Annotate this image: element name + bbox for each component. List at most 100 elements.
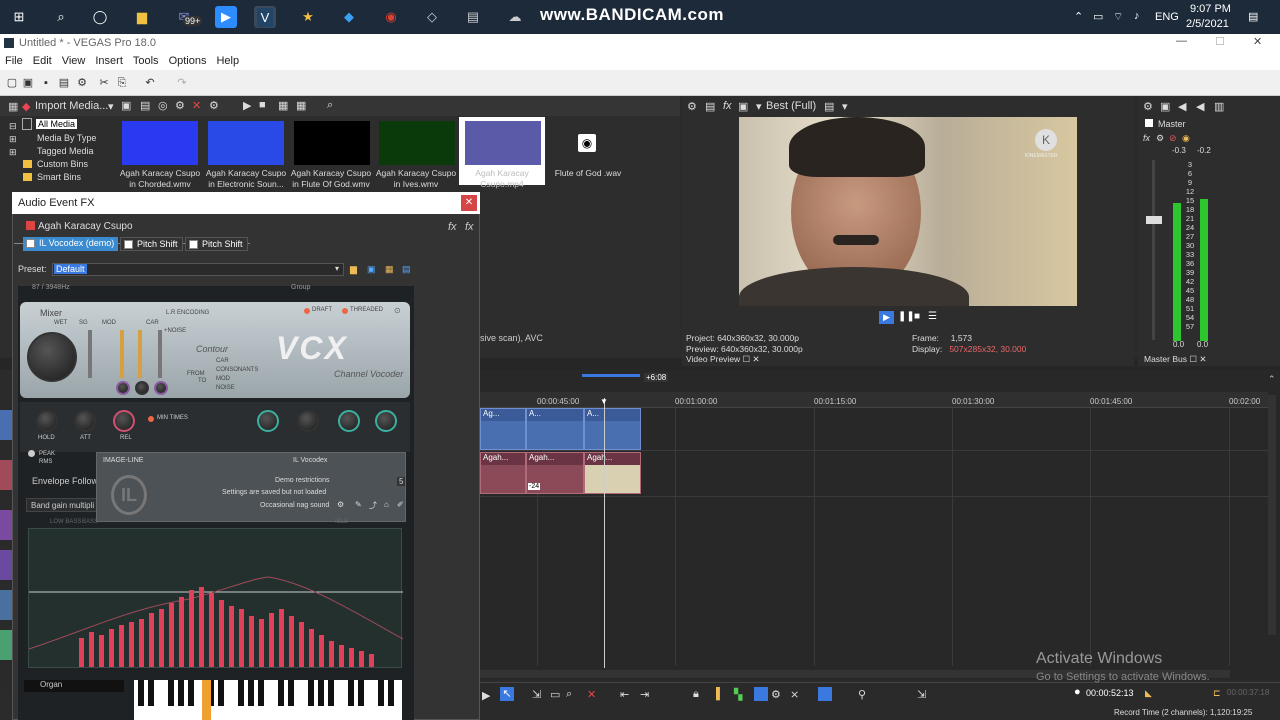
threaded-led-icon[interactable] [342, 308, 348, 314]
preset-dropdown[interactable]: Default ▾ [52, 263, 344, 276]
piano-black-key[interactable] [248, 680, 254, 706]
band-gain-dropdown[interactable]: Band gain multipli [26, 498, 98, 512]
fx-add-icon[interactable]: fx [465, 221, 474, 233]
car-knob[interactable] [135, 381, 149, 395]
fx-chain-icon[interactable]: fx [448, 221, 457, 233]
preview-stop-button[interactable]: ■ [914, 311, 920, 322]
car-fader[interactable] [138, 330, 142, 378]
contour-consonants[interactable]: CONSONANTS [216, 367, 258, 373]
zoom-icon-media[interactable]: ⌕ [327, 99, 333, 112]
audio-file-icon[interactable]: ◉ [578, 134, 596, 152]
contour-mod[interactable]: MOD [216, 376, 230, 382]
menu-help[interactable]: Help [216, 55, 239, 67]
curve-icon[interactable]: ⤴ [369, 500, 377, 511]
piano-black-key[interactable] [358, 680, 364, 706]
zoom-tool-icon[interactable]: ⌕ [566, 688, 572, 701]
link-icon[interactable]: ⇲ [917, 688, 926, 701]
min-times-label[interactable]: MIN TIMES [157, 415, 188, 421]
piano-black-key[interactable] [188, 680, 194, 706]
selection-tool-icon[interactable]: ▭ [550, 688, 560, 701]
gear-icon[interactable]: ⚙ [175, 99, 185, 112]
lr-encoding-label[interactable]: L.R ENCODING [166, 310, 209, 316]
piano-black-key[interactable] [168, 680, 174, 706]
folder-icon[interactable]: ▦ [8, 100, 18, 113]
piano-pressed-key[interactable] [202, 680, 211, 720]
stop-icon[interactable]: ■ [259, 99, 266, 111]
piano-keyboard[interactable] [134, 680, 402, 720]
speaker-icon[interactable]: ◀ [1196, 100, 1204, 113]
chrome-icon[interactable]: ◉ [380, 6, 402, 28]
tree-item-custom-bins[interactable]: Custom Bins [37, 159, 88, 169]
task-view-icon[interactable]: ◯ [89, 6, 111, 28]
solo-icon[interactable]: ◉ [1182, 133, 1190, 144]
language-indicator[interactable]: ENG [1155, 11, 1179, 23]
fx-icon[interactable]: fx [1143, 133, 1150, 143]
band-gain-spectrum[interactable] [28, 528, 403, 668]
noise-knob[interactable] [154, 381, 168, 395]
preview-play-button[interactable]: ▶ [879, 311, 894, 324]
tree-item-tagged-media[interactable]: Tagged Media [37, 146, 94, 156]
network-icon[interactable]: ⌔ [1113, 10, 1123, 24]
checkbox-icon[interactable] [124, 240, 133, 249]
media-thumbnail[interactable] [465, 121, 541, 165]
fx-close-button[interactable]: ✕ [461, 195, 477, 211]
media-thumbnail[interactable] [208, 121, 284, 165]
star-app-icon[interactable]: ★ [297, 6, 319, 28]
save-icon[interactable]: ▪ [40, 77, 52, 89]
time-ruler[interactable] [480, 392, 1268, 408]
menu-file[interactable]: File [5, 55, 23, 67]
att-knob[interactable] [74, 410, 96, 432]
tree-item-media-by-type[interactable]: Media By Type [37, 133, 96, 143]
hold-knob[interactable] [36, 410, 58, 432]
piano-black-key[interactable] [318, 680, 324, 706]
redo-icon[interactable]: ↷ [176, 77, 188, 89]
disk-icon[interactable]: ▤ [462, 6, 484, 28]
battery-icon[interactable]: ▭ [1093, 10, 1103, 23]
piano-black-key[interactable] [328, 680, 334, 706]
noise-fader[interactable] [158, 330, 162, 378]
menu-edit[interactable]: Edit [33, 55, 52, 67]
pan-knob[interactable] [338, 410, 360, 432]
media-thumbnail[interactable] [122, 121, 198, 165]
draft-label[interactable]: DRAFT [312, 307, 332, 313]
shift-knob[interactable] [297, 410, 319, 432]
piano-black-key[interactable] [238, 680, 244, 706]
open-icon[interactable]: ▣ [22, 77, 34, 89]
chevron-down-icon[interactable]: ▾ [335, 264, 339, 273]
render-icon[interactable]: ▤ [58, 77, 70, 89]
volume-icon[interactable]: ♪ [1134, 10, 1140, 22]
contour-noise[interactable]: NOISE [216, 385, 235, 391]
timecode-display[interactable]: 00:00:52:13 [1086, 688, 1134, 698]
export-preset-icon[interactable]: ▤ [402, 264, 411, 275]
checkbox-icon[interactable] [189, 240, 198, 249]
piano-black-key[interactable] [288, 680, 294, 706]
snap-icon[interactable] [754, 687, 768, 701]
chevron-down-icon[interactable]: ▾ [842, 100, 848, 113]
preview-settings-icon[interactable]: ▤ [705, 100, 715, 113]
windows-start-icon[interactable]: ⊞ [8, 6, 30, 28]
open-preset-icon[interactable]: ▆ [350, 264, 357, 275]
auto-ripple-icon[interactable]: ⚙ [771, 688, 781, 701]
clock-time[interactable]: 9:07 PM [1190, 3, 1231, 15]
piano-black-key[interactable] [148, 680, 154, 706]
media-thumbnail[interactable] [294, 121, 370, 165]
undo-icon[interactable]: ↶ [144, 77, 156, 89]
video-clip[interactable]: Ag... [480, 408, 526, 450]
notification-icon[interactable]: ▤ [1248, 10, 1258, 23]
ignore-grouping-icon[interactable] [818, 687, 832, 701]
instrument-select[interactable]: Organ [24, 680, 124, 692]
cut-icon[interactable]: ✂ [98, 77, 110, 89]
save-preset-icon[interactable]: ▣ [367, 264, 376, 275]
vertical-scrollbar[interactable] [1268, 395, 1276, 635]
media-thumbnail[interactable] [379, 121, 455, 165]
pen-icon[interactable]: ✎ [355, 500, 362, 509]
gear-icon[interactable]: ⚙ [1156, 133, 1164, 144]
gear-icon[interactable]: ⚙ [687, 100, 697, 113]
delete-icon[interactable]: ✕ [587, 688, 596, 701]
import-preset-icon[interactable]: ▦ [385, 264, 394, 275]
mixer-icon[interactable]: ▣ [1160, 100, 1170, 113]
roblox-icon[interactable]: ◇ [421, 6, 443, 28]
threaded-label[interactable]: THREADED [350, 307, 383, 313]
marker-icon[interactable]: ▌ [716, 688, 724, 700]
peak-radio-icon[interactable] [28, 450, 35, 457]
